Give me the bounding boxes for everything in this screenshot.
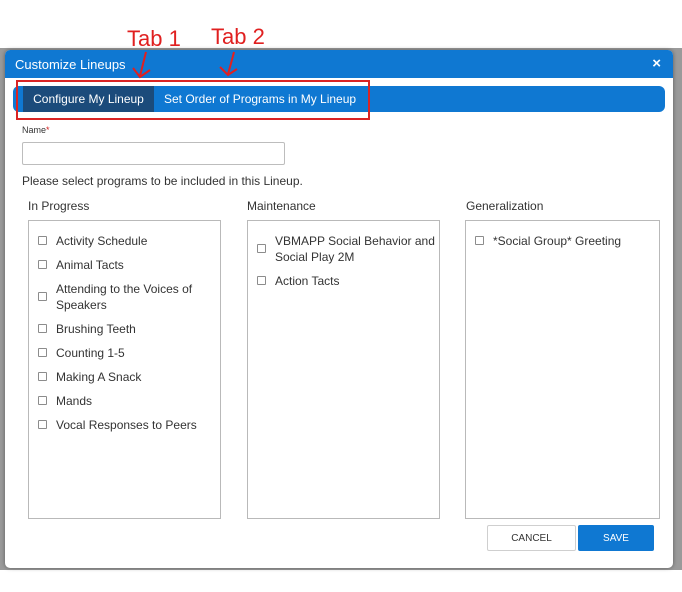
list-item-label: VBMAPP Social Behavior and Social Play 2… (275, 234, 435, 264)
in-progress-list: Activity Schedule Animal Tacts Attending… (28, 220, 221, 519)
close-icon[interactable]: × (652, 55, 661, 72)
list-item-label: Animal Tacts (56, 258, 124, 272)
list-item-label: Action Tacts (275, 274, 340, 288)
checkbox[interactable] (38, 236, 47, 245)
checkbox[interactable] (38, 372, 47, 381)
checkbox[interactable] (38, 324, 47, 333)
customize-lineups-dialog: Customize Lineups × Configure My Lineup … (5, 50, 673, 568)
checkbox[interactable] (38, 420, 47, 429)
checkbox[interactable] (475, 236, 484, 245)
name-input[interactable] (22, 142, 285, 165)
save-button[interactable]: SAVE (578, 525, 654, 551)
column-title-generalization: Generalization (466, 199, 544, 213)
generalization-list: *Social Group* Greeting (465, 220, 660, 519)
list-item-label: Activity Schedule (56, 234, 148, 248)
list-item-label: Vocal Responses to Peers (56, 418, 197, 432)
checkbox[interactable] (38, 396, 47, 405)
required-marker: * (46, 125, 50, 135)
name-label: Name* (22, 125, 50, 135)
maintenance-list: VBMAPP Social Behavior and Social Play 2… (247, 220, 440, 519)
checkbox[interactable] (257, 244, 266, 253)
list-item-label: Attending to the Voices of Speakers (56, 282, 193, 312)
tab1-arrow-icon (132, 51, 151, 79)
list-item-label: Counting 1-5 (56, 346, 125, 360)
list-item-label: *Social Group* Greeting (493, 234, 622, 248)
tabs-highlight-box (16, 80, 370, 120)
cancel-button[interactable]: CANCEL (487, 525, 576, 551)
list-item-label: Brushing Teeth (56, 322, 136, 336)
name-label-text: Name (22, 125, 47, 135)
tab2-annotation: Tab 2 (211, 24, 265, 49)
dialog-titlebar: Customize Lineups × (5, 50, 673, 78)
checkbox[interactable] (38, 348, 47, 357)
column-title-maintenance: Maintenance (247, 199, 316, 213)
checkbox[interactable] (38, 260, 47, 269)
list-item-label: Making A Snack (56, 370, 142, 384)
dialog-title: Customize Lineups (15, 57, 126, 72)
list-item-label: Mands (56, 394, 93, 408)
tab1-annotation: Tab 1 (127, 26, 181, 51)
column-title-in-progress: In Progress (28, 199, 90, 213)
tab2-arrow-icon (219, 51, 238, 77)
instruction-text: Please select programs to be included in… (22, 174, 303, 188)
checkbox[interactable] (38, 292, 47, 301)
checkbox[interactable] (257, 276, 266, 285)
